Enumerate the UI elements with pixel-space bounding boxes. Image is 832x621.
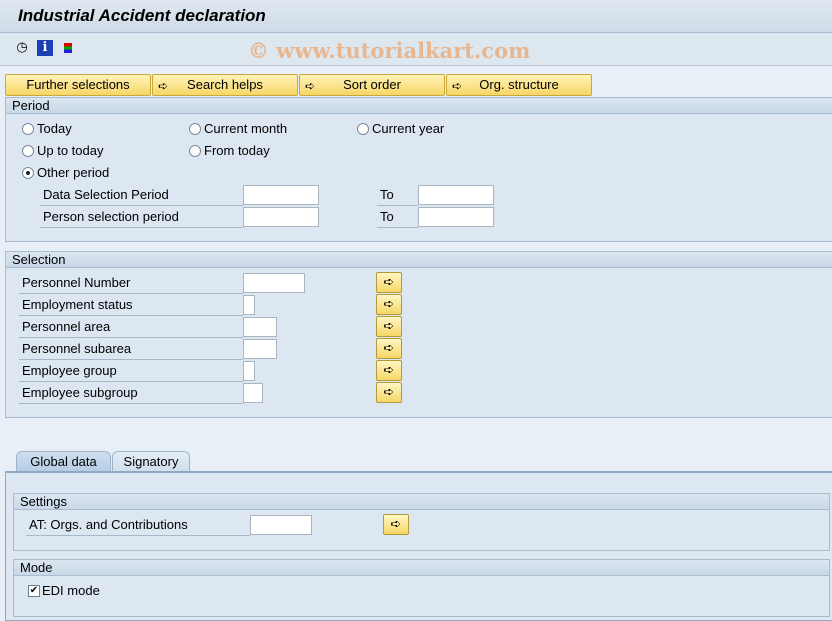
personnel-area-label: Personnel area xyxy=(19,319,243,338)
group-title: Mode xyxy=(14,560,829,576)
person-selection-to-input[interactable] xyxy=(418,207,494,227)
to-label: To xyxy=(377,209,418,228)
watermark: © www.tutorialkart.com xyxy=(248,38,531,63)
arrow-right-icon: ➪ xyxy=(158,79,169,93)
person-selection-period-label: Person selection period xyxy=(40,209,243,228)
further-selections-button[interactable]: Further selections xyxy=(5,74,151,96)
radio-current-year[interactable] xyxy=(357,123,369,135)
data-selection-period-label: Data Selection Period xyxy=(40,187,243,206)
button-label: Search helps xyxy=(187,77,263,92)
arrow-right-icon: ➪ xyxy=(383,275,395,290)
org-structure-button[interactable]: ➪ Org. structure xyxy=(446,74,592,96)
employee-group-input[interactable] xyxy=(243,361,255,381)
sort-order-button[interactable]: ➪ Sort order xyxy=(299,74,445,96)
employee-subgroup-label: Employee subgroup xyxy=(19,385,243,404)
employee-group-label: Employee group xyxy=(19,363,243,382)
radio-label: Today xyxy=(37,121,72,136)
orgs-contributions-input[interactable] xyxy=(250,515,312,535)
checkbox-label: EDI mode xyxy=(42,583,100,598)
group-title: Settings xyxy=(14,494,829,510)
person-selection-from-input[interactable] xyxy=(243,207,319,227)
info-icon[interactable]: i xyxy=(37,40,53,56)
personnel-subarea-input[interactable] xyxy=(243,339,277,359)
employee-subgroup-multiple-selection-button[interactable]: ➪ xyxy=(376,382,402,403)
employee-group-multiple-selection-button[interactable]: ➪ xyxy=(376,360,402,381)
arrow-right-icon: ➪ xyxy=(383,363,395,378)
personnel-subarea-label: Personnel subarea xyxy=(19,341,243,360)
arrow-right-icon: ➪ xyxy=(305,79,316,93)
radio-current-month[interactable] xyxy=(189,123,201,135)
personnel-number-input[interactable] xyxy=(243,273,305,293)
group-title: Selection xyxy=(6,252,832,268)
personnel-number-label: Personnel Number xyxy=(19,275,243,294)
button-label: Sort order xyxy=(343,77,401,92)
radio-up-to-today[interactable] xyxy=(22,145,34,157)
radio-label: Up to today xyxy=(37,143,104,158)
search-helps-button[interactable]: ➪ Search helps xyxy=(152,74,298,96)
tab-global-data[interactable]: Global data xyxy=(16,451,111,472)
arrow-right-icon: ➪ xyxy=(383,385,395,400)
tab-label: Signatory xyxy=(123,454,179,469)
to-label: To xyxy=(377,187,418,206)
personnel-number-multiple-selection-button[interactable]: ➪ xyxy=(376,272,402,293)
arrow-right-icon: ➪ xyxy=(383,341,395,356)
tab-signatory[interactable]: Signatory xyxy=(112,451,190,471)
button-label: Org. structure xyxy=(479,77,559,92)
employment-status-input[interactable] xyxy=(243,295,255,315)
radio-other-period[interactable] xyxy=(22,167,34,179)
selection-options-icon[interactable] xyxy=(60,40,76,56)
radio-label: From today xyxy=(204,143,270,158)
radio-label: Other period xyxy=(37,165,110,180)
data-selection-from-input[interactable] xyxy=(243,185,319,205)
button-label: Further selections xyxy=(26,77,130,92)
radio-label: Current year xyxy=(372,121,445,136)
employee-subgroup-input[interactable] xyxy=(243,383,263,403)
data-selection-to-input[interactable] xyxy=(418,185,494,205)
page-title: Industrial Accident declaration xyxy=(18,6,266,25)
orgs-contributions-label: AT: Orgs. and Contributions xyxy=(26,517,250,536)
group-title: Period xyxy=(6,98,832,114)
personnel-area-input[interactable] xyxy=(243,317,277,337)
personnel-area-multiple-selection-button[interactable]: ➪ xyxy=(376,316,402,337)
arrow-right-icon: ➪ xyxy=(390,517,402,532)
employment-status-label: Employment status xyxy=(19,297,243,316)
arrow-right-icon: ➪ xyxy=(383,319,395,334)
arrow-right-icon: ➪ xyxy=(383,297,395,312)
multiple-selection-button[interactable]: ➪ xyxy=(383,514,409,535)
arrow-right-icon: ➪ xyxy=(452,79,463,93)
radio-from-today[interactable] xyxy=(189,145,201,157)
personnel-subarea-multiple-selection-button[interactable]: ➪ xyxy=(376,338,402,359)
execute-clock-icon[interactable]: ◷ xyxy=(14,40,30,56)
tab-label: Global data xyxy=(30,454,97,469)
radio-today[interactable] xyxy=(22,123,34,135)
employment-status-multiple-selection-button[interactable]: ➪ xyxy=(376,294,402,315)
edi-mode-checkbox[interactable]: ✔ xyxy=(28,585,40,597)
radio-label: Current month xyxy=(204,121,288,136)
mode-group: Mode xyxy=(13,559,830,617)
